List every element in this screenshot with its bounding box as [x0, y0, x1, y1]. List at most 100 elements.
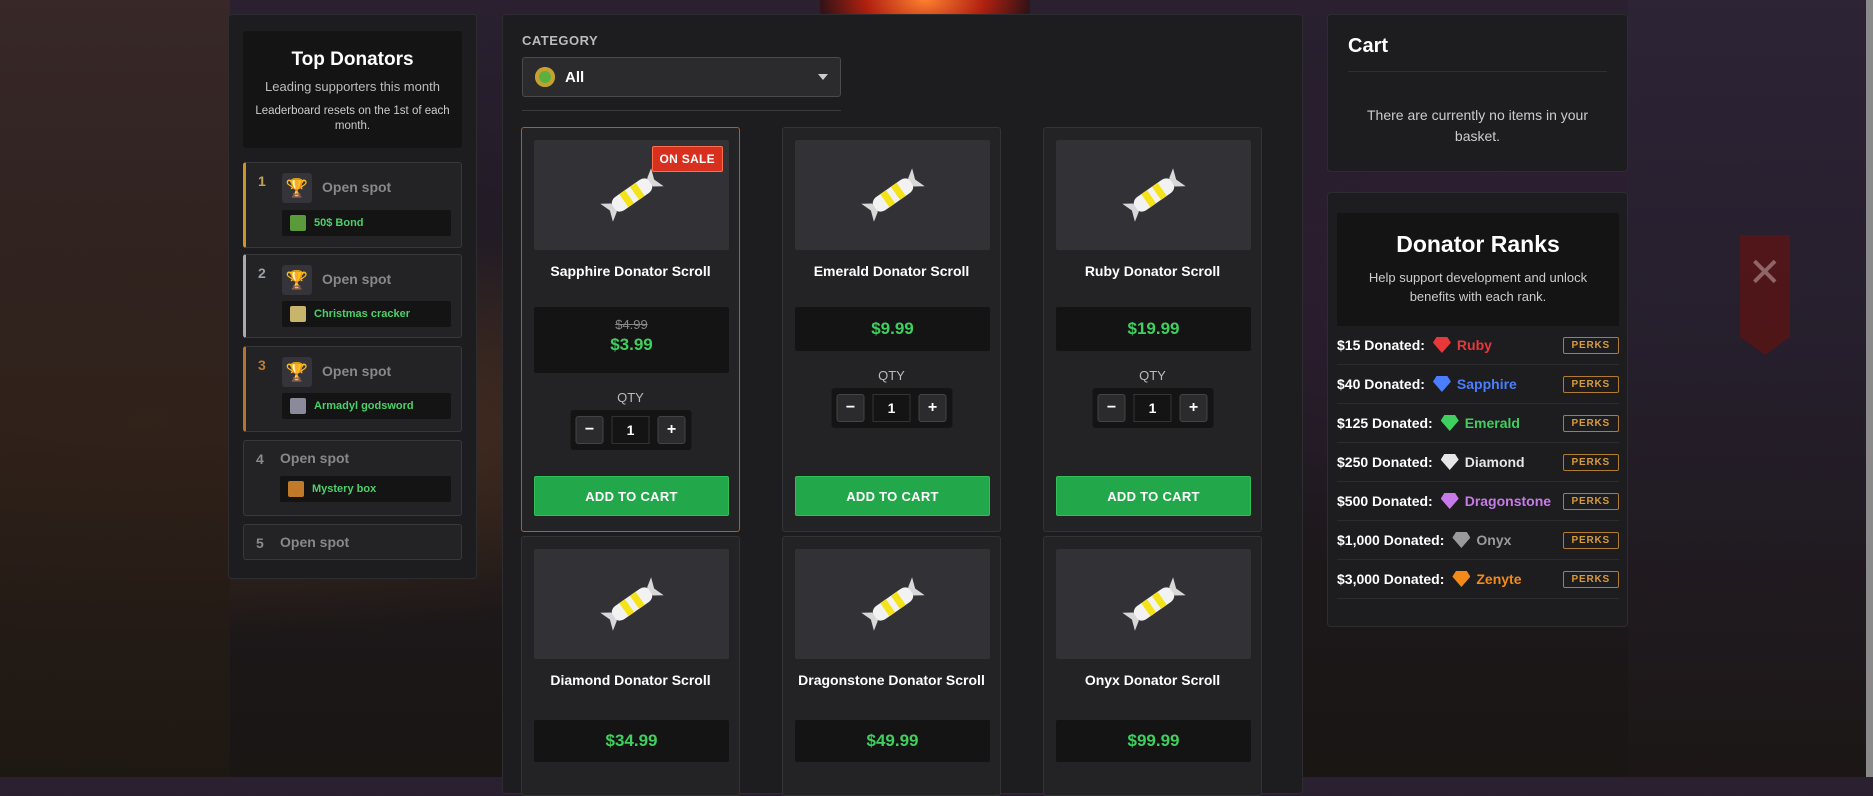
perks-button[interactable]: PERKS	[1562, 376, 1619, 393]
perks-button[interactable]: PERKS	[1562, 493, 1619, 510]
add-to-cart-button[interactable]: ADD TO CART	[534, 476, 729, 516]
top-donators-title: Top Donators	[291, 49, 414, 70]
spot-reward-label: Mystery box	[312, 483, 377, 495]
product-image	[1056, 549, 1251, 659]
rank-amount: $125 Donated:	[1337, 415, 1433, 431]
qty-decrease-button[interactable]: −	[836, 394, 865, 422]
sword-icon	[290, 398, 306, 414]
spot-reward-label: Armadyl godsword	[314, 400, 414, 412]
donator-ranks-subtitle: Help support development and unlock bene…	[1368, 270, 1588, 304]
product-card: ON SALE Sapphire Donator Scroll $4.99 $3…	[521, 127, 740, 532]
category-icon	[535, 67, 555, 87]
donator-spot-5: 5 Open spot	[243, 524, 462, 560]
donator-scroll-icon	[1121, 577, 1186, 631]
donator-ranks-title: Donator Ranks	[1396, 231, 1560, 257]
spot-reward: Christmas cracker	[282, 301, 451, 327]
cracker-icon	[290, 306, 306, 322]
rank-row: $500 Donated: Dragonstone PERKS	[1337, 482, 1619, 521]
top-donators-header: Top Donators Leading supporters this mon…	[243, 31, 462, 148]
rank-row: $125 Donated: Emerald PERKS	[1337, 404, 1619, 443]
rank-name: Diamond	[1464, 454, 1525, 470]
gem-icon	[1440, 454, 1459, 470]
top-donators-subtitle: Leading supporters this month	[265, 79, 440, 94]
qty-input[interactable]: 1	[872, 394, 911, 422]
perks-button[interactable]: PERKS	[1562, 532, 1619, 549]
gem-icon	[1432, 376, 1451, 392]
donator-scroll-icon	[1121, 168, 1186, 222]
qty-decrease-button[interactable]: −	[575, 416, 604, 444]
perks-button[interactable]: PERKS	[1562, 571, 1619, 588]
product-price: $34.99	[605, 731, 658, 750]
top-donators-panel: Top Donators Leading supporters this mon…	[228, 14, 477, 579]
cart-panel: Cart There are currently no items in you…	[1327, 14, 1628, 172]
product-card: Ruby Donator Scroll $19.99 QTY − 1 + ADD…	[1043, 127, 1262, 532]
rank-amount: $3,000 Donated:	[1337, 571, 1445, 587]
spot-reward: 50$ Bond	[282, 210, 451, 236]
spot-rank: 4	[256, 451, 264, 467]
trophy-icon: 🏆	[282, 173, 312, 203]
chevron-down-icon	[818, 74, 828, 80]
divider	[522, 110, 841, 111]
spot-reward: Mystery box	[280, 476, 451, 502]
rank-row: $40 Donated: Sapphire PERKS	[1337, 365, 1619, 404]
page-scrollbar[interactable]	[1866, 0, 1873, 777]
price-box: $4.99 $3.99	[534, 307, 729, 373]
donator-ranks-panel: Donator Ranks Help support development a…	[1327, 192, 1628, 627]
rank-amount: $500 Donated:	[1337, 493, 1433, 509]
cart-empty-message: There are currently no items in your bas…	[1367, 107, 1588, 144]
rank-list: $15 Donated: Ruby PERKS $40 Donated: Sapphir…	[1337, 326, 1619, 599]
rank-name: Onyx	[1476, 532, 1512, 548]
gem-icon	[1440, 415, 1459, 431]
product-price: $19.99	[1127, 319, 1180, 338]
spot-rank: 1	[258, 173, 266, 189]
donator-spot-4: 4 Open spot Mystery box	[243, 440, 462, 516]
donator-scroll-icon	[860, 577, 925, 631]
rank-amount: $1,000 Donated:	[1337, 532, 1445, 548]
product-name: Dragonstone Donator Scroll	[798, 672, 985, 688]
product-card: Onyx Donator Scroll $99.99	[1043, 536, 1262, 796]
product-image	[795, 549, 990, 659]
perks-button[interactable]: PERKS	[1562, 415, 1619, 432]
qty-label: QTY	[878, 368, 905, 383]
rank-name: Sapphire	[1456, 376, 1517, 392]
spot-name: Open spot	[280, 450, 350, 466]
product-name: Ruby Donator Scroll	[1084, 263, 1221, 279]
perks-button[interactable]: PERKS	[1562, 454, 1619, 471]
qty-increase-button[interactable]: +	[657, 416, 686, 444]
rank-amount: $15 Donated:	[1337, 337, 1425, 353]
on-sale-badge: ON SALE	[651, 146, 723, 172]
product-price: $3.99	[610, 335, 653, 354]
product-name: Onyx Donator Scroll	[1084, 672, 1221, 688]
rank-row: $3,000 Donated: Zenyte PERKS	[1337, 560, 1619, 599]
qty-increase-button[interactable]: +	[1179, 394, 1208, 422]
qty-input[interactable]: 1	[611, 416, 650, 444]
spot-name: Open spot	[322, 271, 392, 287]
product-image: ON SALE	[534, 140, 729, 250]
box-icon	[288, 481, 304, 497]
gem-icon	[1440, 493, 1459, 509]
donator-scroll-icon	[599, 577, 664, 631]
product-image	[534, 549, 729, 659]
perks-button[interactable]: PERKS	[1562, 337, 1619, 354]
qty-decrease-button[interactable]: −	[1097, 394, 1126, 422]
category-select[interactable]: All	[522, 57, 841, 97]
background-tavern	[0, 0, 230, 777]
rank-row: $250 Donated: Diamond PERKS	[1337, 443, 1619, 482]
spot-rank: 2	[258, 265, 266, 281]
gem-icon	[1432, 337, 1451, 353]
qty-input[interactable]: 1	[1133, 394, 1172, 422]
scrollbar-thumb[interactable]	[1866, 0, 1873, 777]
add-to-cart-button[interactable]: ADD TO CART	[1056, 476, 1251, 516]
price-box: $34.99	[534, 720, 729, 762]
qty-increase-button[interactable]: +	[918, 394, 947, 422]
product-image	[795, 140, 990, 250]
product-card: Diamond Donator Scroll $34.99	[521, 536, 740, 796]
rank-row: $15 Donated: Ruby PERKS	[1337, 326, 1619, 365]
quantity-stepper: − 1 +	[831, 388, 952, 428]
spot-rank: 3	[258, 357, 266, 373]
rank-name: Dragonstone	[1464, 493, 1552, 509]
trophy-icon: 🏆	[282, 265, 312, 295]
add-to-cart-button[interactable]: ADD TO CART	[795, 476, 990, 516]
qty-label: QTY	[1139, 368, 1166, 383]
spot-rank: 5	[256, 535, 264, 551]
